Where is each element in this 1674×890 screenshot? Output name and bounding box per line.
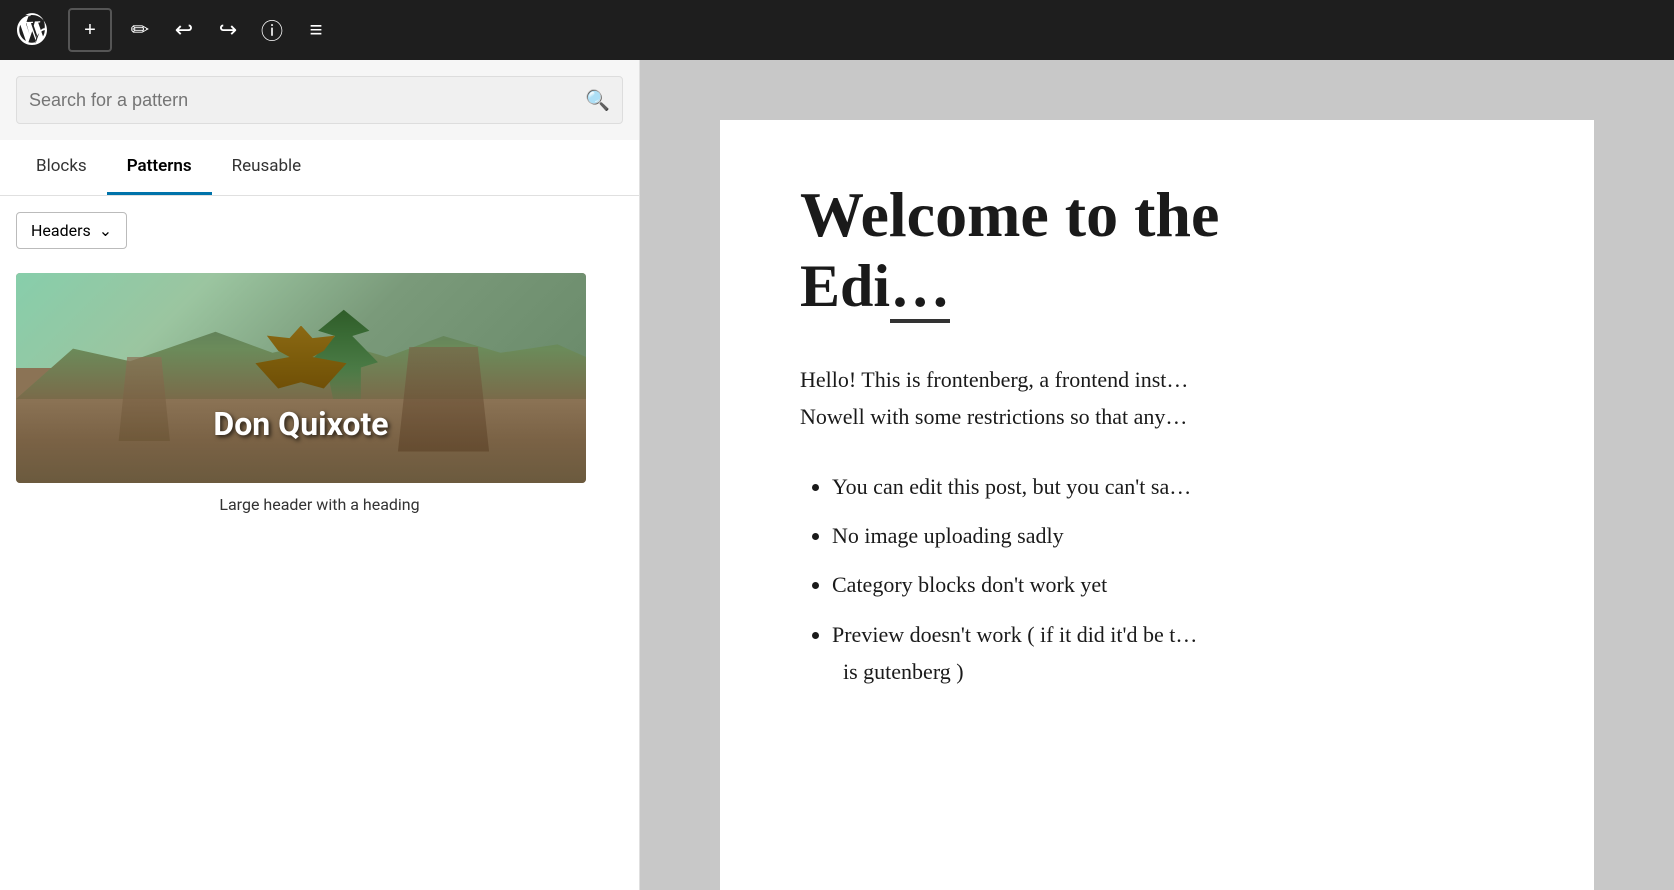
edit-icon: ✏ [131,17,149,43]
tab-patterns[interactable]: Patterns [107,140,212,195]
search-input[interactable] [29,90,585,111]
content-subtitle: Edi… [800,253,950,323]
search-icon[interactable]: 🔍 [585,88,610,112]
headers-dropdown[interactable]: Headers ⌄ [16,212,127,249]
menu-icon: ≡ [310,17,323,43]
content-title: Welcome to the Edi… [800,180,1514,321]
undo-icon: ↩ [175,17,193,43]
chevron-down-icon: ⌄ [99,221,112,240]
pattern-title-overlay: Don Quixote [16,405,586,443]
patterns-list: Don Quixote Large header with a heading [0,265,639,542]
filter-row: Headers ⌄ [0,196,639,265]
right-panel: Welcome to the Edi… Hello! This is front… [640,60,1674,890]
list-item: Preview doesn't work ( if it did it'd be… [832,616,1514,691]
content-list: You can edit this post, but you can't sa… [800,468,1514,691]
info-icon: ⓘ [261,14,283,46]
list-item: You can edit this post, but you can't sa… [832,468,1514,505]
pattern-card-don-quixote[interactable]: Don Quixote Large header with a heading [16,273,623,526]
left-panel: 🔍 Blocks Patterns Reusable Headers ⌄ [0,60,640,890]
headers-label: Headers [31,221,91,240]
tab-reusable[interactable]: Reusable [212,140,322,195]
painting-background [16,273,586,483]
info-button[interactable]: ⓘ [252,10,292,50]
content-body: Hello! This is frontenberg, a frontend i… [800,361,1514,436]
undo-button[interactable]: ↩ [164,10,204,50]
main-layout: 🔍 Blocks Patterns Reusable Headers ⌄ [0,60,1674,890]
pattern-caption: Large header with a heading [16,483,623,526]
redo-icon: ↪ [219,17,237,43]
list-item: No image uploading sadly [832,517,1514,554]
pattern-image: Don Quixote [16,273,586,483]
menu-button[interactable]: ≡ [296,10,336,50]
search-box: 🔍 [16,76,623,124]
edit-button[interactable]: ✏ [120,10,160,50]
add-block-button[interactable]: + [68,8,112,52]
list-item: Category blocks don't work yet [832,566,1514,603]
content-area: Welcome to the Edi… Hello! This is front… [720,120,1594,890]
tabs-container: Blocks Patterns Reusable [0,140,639,196]
search-container: 🔍 [0,60,639,140]
tab-blocks[interactable]: Blocks [16,140,107,195]
redo-button[interactable]: ↪ [208,10,248,50]
toolbar: + ✏ ↩ ↪ ⓘ ≡ [0,0,1674,60]
wp-logo[interactable] [8,0,56,60]
